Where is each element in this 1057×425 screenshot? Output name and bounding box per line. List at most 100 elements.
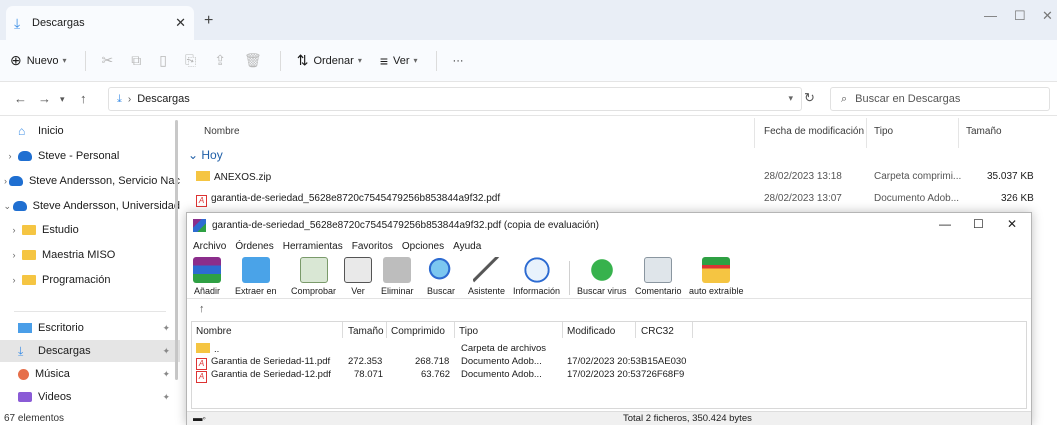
winrar-status-bar: ▬◦ Total 2 ficheros, 350.424 bytes [187, 411, 1031, 425]
column-header-type[interactable]: Tipo [874, 126, 893, 137]
rename-icon[interactable]: ⎘ [185, 52, 196, 69]
column-divider[interactable] [866, 118, 867, 148]
recent-chevron-icon[interactable]: ▾ [60, 94, 65, 105]
nav-label: Estudio [42, 224, 79, 236]
archive-row[interactable]: A Garantia de Seriedad-12.pdf 78.071 63.7… [192, 368, 1026, 383]
file-type: Documento Adob... [874, 193, 960, 204]
column-header-modified[interactable]: Modificado [567, 326, 615, 337]
share-icon[interactable]: ⇪ [214, 52, 226, 69]
add-button[interactable]: Añadir [193, 257, 221, 296]
find-button[interactable]: Buscar [427, 257, 455, 296]
comment-button[interactable]: Comentario [635, 257, 682, 296]
delete-icon[interactable]: 🗑 [244, 52, 262, 69]
column-header-crc[interactable]: CRC32 [641, 326, 674, 337]
extract-to-button[interactable]: Extraer en [235, 257, 277, 296]
menu-ayuda[interactable]: Ayuda [453, 241, 481, 252]
separator [435, 50, 437, 71]
chevron-down-icon[interactable]: ▾ [788, 93, 793, 104]
cloud-icon [12, 201, 27, 211]
column-header-date[interactable]: Fecha de modificación [764, 126, 864, 137]
chevron-right-icon[interactable]: › [6, 225, 22, 235]
column-divider[interactable] [754, 118, 755, 148]
tab-close-button[interactable]: ✕ [175, 15, 186, 31]
more-options-button[interactable]: ··· [453, 55, 464, 67]
maximize-button[interactable]: ☐ [1014, 8, 1026, 24]
info-button[interactable]: Información [513, 257, 560, 296]
refresh-icon[interactable]: ↻ [804, 90, 815, 106]
row-packed: 63.762 [421, 369, 451, 380]
chevron-right-icon[interactable]: › [2, 176, 9, 186]
pin-icon[interactable]: ✦ [162, 323, 170, 334]
new-tab-button[interactable]: + [204, 12, 213, 30]
menu-opciones[interactable]: Opciones [402, 241, 444, 252]
up-arrow-icon[interactable]: ↑ [80, 91, 87, 106]
nav-scrollbar[interactable] [175, 120, 178, 380]
pin-icon[interactable]: ✦ [162, 392, 170, 403]
minimize-button[interactable]: — [984, 8, 997, 23]
column-header-size[interactable]: Tamaño [966, 126, 1002, 137]
search-input[interactable]: ⌕ Buscar en Descargas [830, 87, 1050, 111]
drive-key-icon[interactable]: ▬◦ [193, 413, 206, 424]
sort-button[interactable]: ⇅ Ordenar ▾ [297, 52, 362, 69]
minimize-button[interactable]: — [939, 217, 951, 231]
up-arrow-icon[interactable]: ↑ [199, 303, 205, 315]
folder-icon [22, 275, 36, 285]
nav-item-inicio[interactable]: ⌂ Inicio [0, 120, 180, 142]
file-row[interactable]: Agarantia-de-seriedad_5628e8720c75454792… [192, 188, 1048, 210]
nav-item-steve-personal[interactable]: › Steve - Personal [0, 145, 180, 167]
winrar-title-bar[interactable]: garantia-de-seriedad_5628e8720c754547925… [187, 213, 1031, 237]
chevron-right-icon[interactable]: › [6, 250, 22, 260]
test-button[interactable]: Comprobar [291, 257, 336, 296]
tab-descargas[interactable]: ⤓ Descargas ✕ [6, 6, 194, 40]
column-header-name[interactable]: Nombre [204, 126, 240, 137]
menu-herramientas[interactable]: Herramientas [283, 241, 343, 252]
file-row[interactable]: ANEXOS.zip 28/02/2023 13:18 Carpeta comp… [192, 166, 1048, 188]
column-header-name[interactable]: Nombre [196, 326, 232, 337]
pin-icon[interactable]: ✦ [162, 346, 170, 357]
row-crc: B15AE030 [641, 356, 687, 367]
virus-scan-button[interactable]: Buscar virus [577, 257, 627, 296]
sort-icon: ⇅ [296, 52, 309, 68]
view-button[interactable]: ≡ Ver ▾ [380, 53, 418, 69]
sfx-button[interactable]: auto extraíble [689, 257, 744, 296]
archive-row[interactable]: A Garantia de Seriedad-11.pdf 272.353 268… [192, 355, 1026, 370]
paste-icon[interactable]: ▯ [159, 52, 167, 69]
nav-item-steve-servicio[interactable]: › Steve Andersson, Servicio Nac [0, 170, 180, 192]
menu-ordenes[interactable]: Órdenes [235, 241, 273, 252]
column-header-size[interactable]: Tamaño [348, 326, 384, 337]
view-button[interactable]: Ver [344, 257, 372, 296]
nav-item-maestria[interactable]: › Maestria MISO [0, 244, 180, 266]
nav-item-musica[interactable]: Música ✦ [0, 363, 180, 385]
nav-item-steve-universidad[interactable]: ⌄ Steve Andersson, Universidad [0, 195, 180, 217]
close-button[interactable]: ✕ [1007, 217, 1017, 231]
chevron-right-icon[interactable]: › [6, 275, 22, 285]
chevron-down-icon[interactable]: ⌄ [2, 201, 13, 212]
column-header-packed[interactable]: Comprimido [391, 326, 445, 337]
back-arrow-icon[interactable]: ← [14, 91, 27, 106]
new-button[interactable]: ⊕ Nuevo ▾ [10, 52, 67, 69]
column-divider[interactable] [958, 118, 959, 148]
nav-item-programacion[interactable]: › Programación [0, 269, 180, 291]
address-bar[interactable]: ⤓ › Descargas ▾ [108, 87, 802, 111]
tool-label: Información [513, 286, 561, 296]
close-button[interactable]: ✕ [1042, 8, 1053, 24]
copy-icon[interactable]: ⧉ [131, 52, 141, 69]
forward-arrow-icon[interactable]: → [38, 91, 51, 106]
column-header-type[interactable]: Tipo [459, 326, 478, 337]
pin-icon[interactable]: ✦ [162, 369, 170, 380]
archive-file-list: Nombre Tamaño Comprimido Tipo Modificado… [191, 321, 1027, 409]
group-header-hoy[interactable]: ⌄ Hoy [188, 148, 223, 162]
nav-item-videos[interactable]: Videos ✦ [0, 386, 180, 408]
menu-favoritos[interactable]: Favoritos [352, 241, 393, 252]
delete-button[interactable]: Eliminar [381, 257, 414, 296]
nav-item-estudio[interactable]: › Estudio [0, 219, 180, 241]
archive-row-parent[interactable]: .. Carpeta de archivos [192, 342, 1026, 355]
cut-icon[interactable]: ✂ [102, 52, 114, 69]
wizard-button[interactable]: Asistente [468, 257, 505, 296]
chevron-right-icon[interactable]: › [2, 151, 18, 161]
menu-archivo[interactable]: Archivo [193, 241, 226, 252]
nav-item-escritorio[interactable]: Escritorio ✦ [0, 317, 180, 339]
nav-item-descargas[interactable]: ⤓ Descargas ✦ [0, 340, 180, 362]
maximize-button[interactable]: ☐ [973, 217, 984, 231]
download-icon: ⤓ [117, 92, 122, 105]
